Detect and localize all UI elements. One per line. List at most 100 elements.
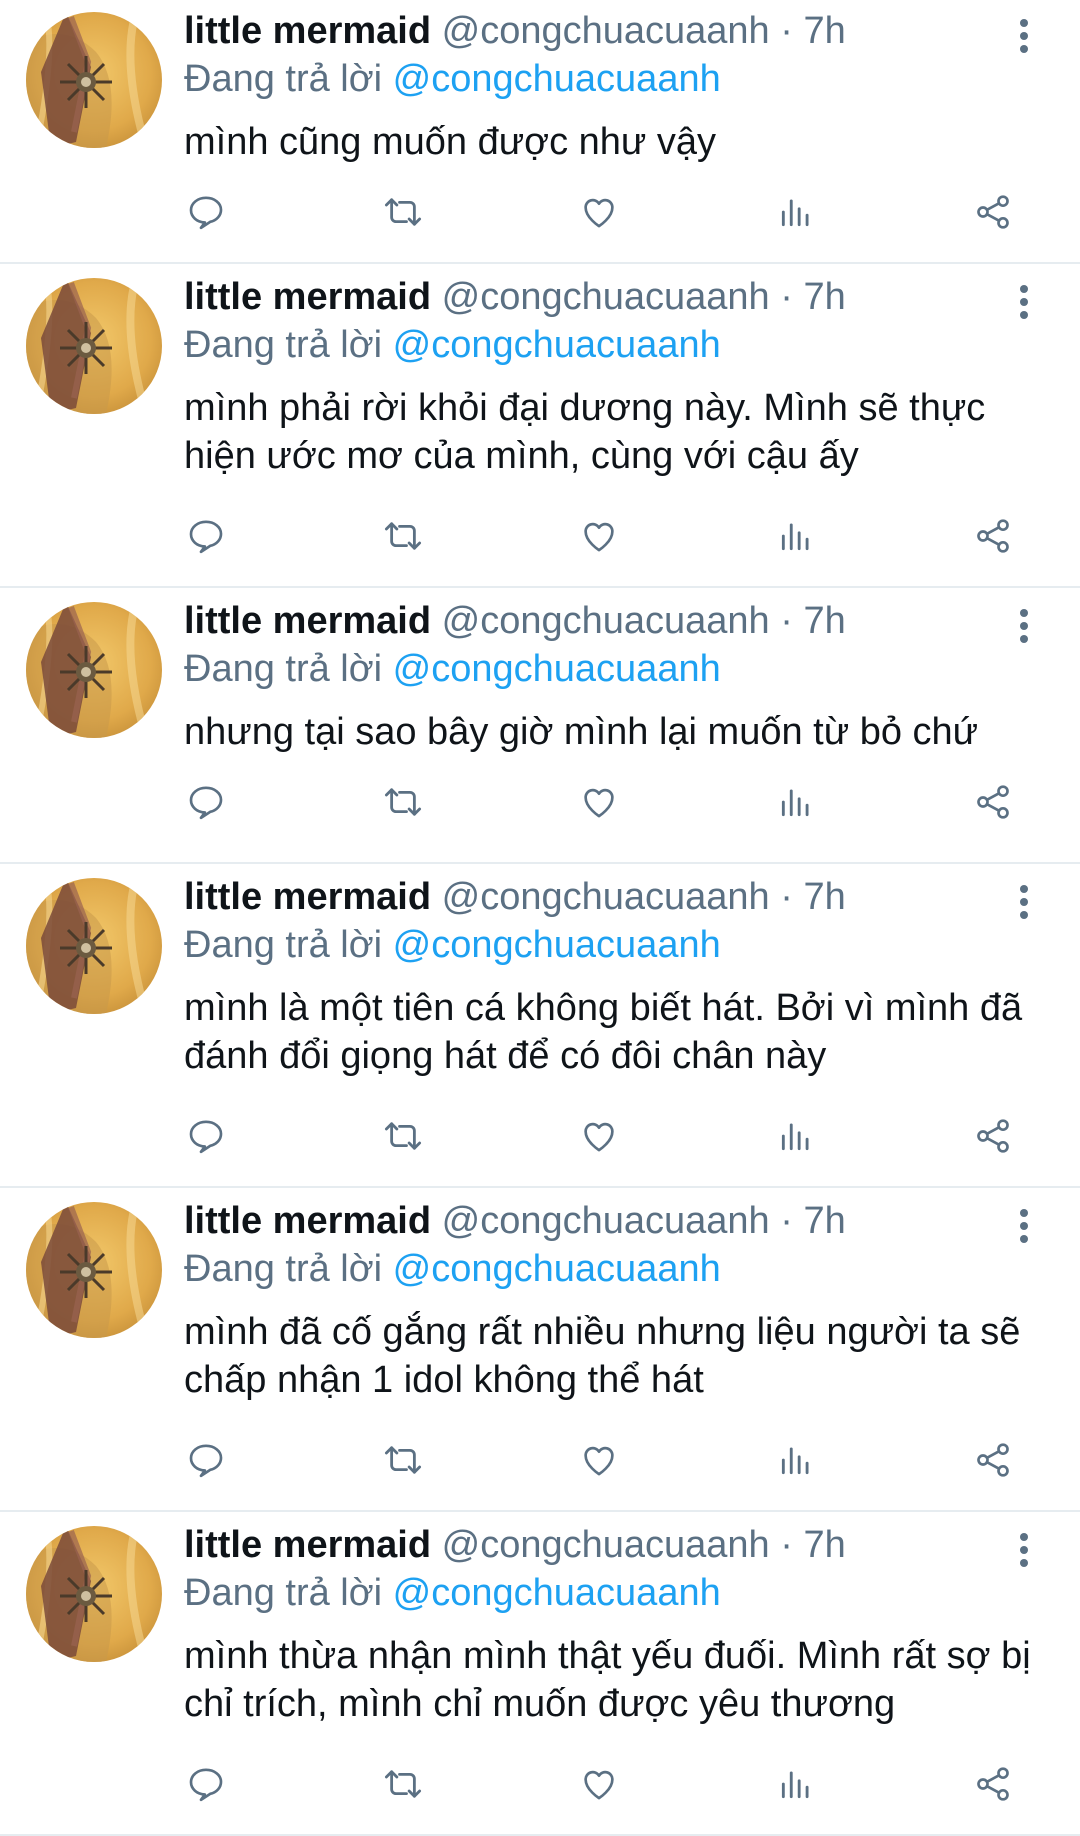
more-options-button[interactable] xyxy=(1004,878,1044,926)
reply-to-handle[interactable]: @congchuacuaanh xyxy=(393,1572,721,1614)
display-name[interactable]: little mermaid xyxy=(184,276,431,318)
more-vertical-icon xyxy=(1020,1533,1028,1567)
analytics-button[interactable] xyxy=(768,1108,824,1164)
user-handle[interactable]: @congchuacuaanh xyxy=(442,1200,770,1242)
user-handle[interactable]: @congchuacuaanh xyxy=(442,876,770,918)
share-button[interactable] xyxy=(965,1108,1021,1164)
avatar[interactable] xyxy=(26,12,162,148)
separator: · xyxy=(780,600,793,642)
display-name[interactable]: little mermaid xyxy=(184,876,431,918)
reply-to-handle[interactable]: @congchuacuaanh xyxy=(393,1248,721,1290)
user-handle[interactable]: @congchuacuaanh xyxy=(442,276,770,318)
analytics-button[interactable] xyxy=(768,508,824,564)
like-button[interactable] xyxy=(571,1108,627,1164)
retweet-icon xyxy=(384,788,422,816)
retweet-button[interactable] xyxy=(375,1756,431,1812)
tweet[interactable]: little mermaid @congchuacuaanh · 7h Đang… xyxy=(0,1514,1080,1836)
tweet-actions xyxy=(0,1108,1080,1164)
tweet-actions xyxy=(0,1432,1080,1488)
reply-button[interactable] xyxy=(178,1756,234,1812)
retweet-button[interactable] xyxy=(375,184,431,240)
reply-prefix: Đang trả lời xyxy=(184,58,383,100)
reply-to-handle[interactable]: @congchuacuaanh xyxy=(393,924,721,966)
analytics-button[interactable] xyxy=(768,774,824,830)
analytics-icon xyxy=(781,789,809,817)
timestamp[interactable]: 7h xyxy=(803,276,845,318)
like-button[interactable] xyxy=(571,184,627,240)
retweet-button[interactable] xyxy=(375,774,431,830)
tweet[interactable]: little mermaid @congchuacuaanh · 7h Đang… xyxy=(0,866,1080,1188)
reply-button[interactable] xyxy=(178,774,234,830)
separator: · xyxy=(780,1200,793,1242)
timestamp[interactable]: 7h xyxy=(803,1524,845,1566)
display-name[interactable]: little mermaid xyxy=(184,1200,431,1242)
heart-icon xyxy=(584,1770,614,1800)
share-button[interactable] xyxy=(965,774,1021,830)
display-name[interactable]: little mermaid xyxy=(184,10,431,52)
user-handle[interactable]: @congchuacuaanh xyxy=(442,1524,770,1566)
separator: · xyxy=(780,10,793,52)
more-vertical-icon xyxy=(1020,609,1028,643)
like-button[interactable] xyxy=(571,508,627,564)
tweet-text: mình thừa nhận mình thật yếu đuối. Mình … xyxy=(184,1635,1031,1725)
more-options-button[interactable] xyxy=(1004,1526,1044,1574)
timestamp[interactable]: 7h xyxy=(803,600,845,642)
retweet-button[interactable] xyxy=(375,508,431,564)
reply-button[interactable] xyxy=(178,184,234,240)
display-name[interactable]: little mermaid xyxy=(184,1524,431,1566)
reply-button[interactable] xyxy=(178,508,234,564)
tweet[interactable]: little mermaid @congchuacuaanh · 7h Đang… xyxy=(0,590,1080,864)
reply-to-handle[interactable]: @congchuacuaanh xyxy=(393,648,721,690)
heart-icon xyxy=(584,1122,614,1152)
user-handle[interactable]: @congchuacuaanh xyxy=(442,10,770,52)
tweet-text: nhưng tại sao bây giờ mình lại muốn từ b… xyxy=(184,711,979,753)
reply-prefix: Đang trả lời xyxy=(184,1572,383,1614)
timestamp[interactable]: 7h xyxy=(803,876,845,918)
analytics-button[interactable] xyxy=(768,1756,824,1812)
heart-icon xyxy=(584,788,614,818)
like-button[interactable] xyxy=(571,774,627,830)
avatar[interactable] xyxy=(26,1202,162,1338)
avatar[interactable] xyxy=(26,1526,162,1662)
share-button[interactable] xyxy=(965,1756,1021,1812)
tweet[interactable]: little mermaid @congchuacuaanh · 7h Đang… xyxy=(0,0,1080,264)
reply-button[interactable] xyxy=(178,1108,234,1164)
like-button[interactable] xyxy=(571,1756,627,1812)
share-button[interactable] xyxy=(965,508,1021,564)
tweet[interactable]: little mermaid @congchuacuaanh · 7h Đang… xyxy=(0,1190,1080,1512)
user-handle[interactable]: @congchuacuaanh xyxy=(442,600,770,642)
tweet[interactable]: little mermaid @congchuacuaanh · 7h Đang… xyxy=(0,266,1080,588)
avatar[interactable] xyxy=(26,278,162,414)
reply-icon xyxy=(189,1444,223,1478)
share-button[interactable] xyxy=(965,184,1021,240)
avatar[interactable] xyxy=(26,602,162,738)
retweet-button[interactable] xyxy=(375,1108,431,1164)
share-icon xyxy=(977,195,1009,229)
more-options-button[interactable] xyxy=(1004,278,1044,326)
like-button[interactable] xyxy=(571,1432,627,1488)
analytics-button[interactable] xyxy=(768,184,824,240)
reply-icon xyxy=(189,196,223,230)
timestamp[interactable]: 7h xyxy=(803,1200,845,1242)
tweet-actions xyxy=(0,1756,1080,1812)
more-options-button[interactable] xyxy=(1004,602,1044,650)
timestamp[interactable]: 7h xyxy=(803,10,845,52)
reply-icon xyxy=(189,786,223,820)
analytics-icon xyxy=(781,1771,809,1799)
reply-context: Đang trả lời @congchuacuaanh xyxy=(184,922,721,968)
retweet-icon xyxy=(384,198,422,226)
more-vertical-icon xyxy=(1020,19,1028,53)
more-options-button[interactable] xyxy=(1004,1202,1044,1250)
analytics-button[interactable] xyxy=(768,1432,824,1488)
reply-to-handle[interactable]: @congchuacuaanh xyxy=(393,324,721,366)
share-button[interactable] xyxy=(965,1432,1021,1488)
display-name[interactable]: little mermaid xyxy=(184,600,431,642)
reply-context: Đang trả lời @congchuacuaanh xyxy=(184,1246,721,1292)
retweet-button[interactable] xyxy=(375,1432,431,1488)
reply-context: Đang trả lời @congchuacuaanh xyxy=(184,646,721,692)
avatar[interactable] xyxy=(26,878,162,1014)
more-options-button[interactable] xyxy=(1004,12,1044,60)
reply-button[interactable] xyxy=(178,1432,234,1488)
reply-to-handle[interactable]: @congchuacuaanh xyxy=(393,58,721,100)
separator: · xyxy=(780,876,793,918)
